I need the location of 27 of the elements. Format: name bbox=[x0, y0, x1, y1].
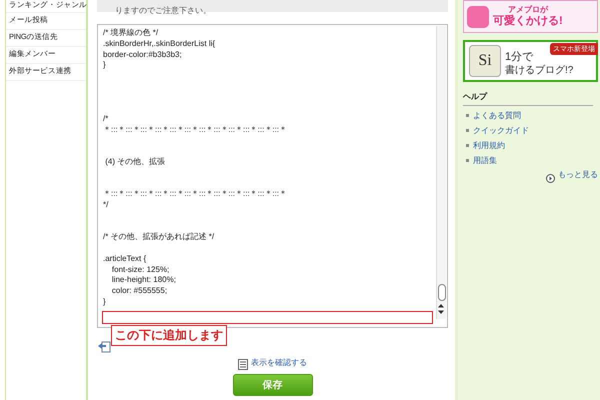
bullet-icon bbox=[466, 129, 469, 132]
bullet-icon bbox=[466, 114, 469, 117]
help-heading: ヘルプ bbox=[463, 91, 593, 106]
document-icon[interactable] bbox=[238, 357, 248, 368]
scroll-arrows-icon[interactable] bbox=[437, 302, 445, 316]
help-link[interactable]: クイックガイド bbox=[473, 125, 529, 136]
code-text: /* 境界線の色 */ .skinBorderHr,.skinBorderList li{ border-color:#b3b3b3; } /* ＊:::＊:::＊:::＊:::＊:::＊:::＊:::＊:::＊:::＊:::＊:::＊:::＊ (4) その他、拡張 ＊:::＊:::＊:::＊:::＊:::＊:::＊:::＊:::＊:::＊:::＊:::＊:::＊ */ /* その他、拡張があれば記述 */ .articleText { font-size: 125%; line-height: 180%; color: #555555; } bbox=[102, 27, 288, 308]
more-link[interactable]: もっと見る bbox=[558, 169, 598, 180]
bullet-icon bbox=[466, 159, 469, 162]
help-link[interactable]: 用語集 bbox=[473, 155, 497, 166]
banner-text: 書けるブログ!? bbox=[505, 64, 574, 77]
annotation-label: この下に追加します bbox=[111, 325, 227, 346]
banner-text: アメブロが bbox=[508, 5, 548, 14]
preview-link[interactable]: 表示を確認する bbox=[251, 357, 307, 368]
scrollbar[interactable] bbox=[436, 26, 446, 319]
notice-text: りますのでご注意下さい。 bbox=[115, 6, 211, 16]
arrow-document-icon[interactable] bbox=[97, 340, 111, 352]
scroll-thumb[interactable] bbox=[438, 284, 446, 301]
candy-icon bbox=[467, 6, 489, 28]
banner-text: 1分で bbox=[505, 51, 534, 64]
help-link[interactable]: 利用規約 bbox=[473, 140, 505, 151]
si-logo: Si bbox=[469, 45, 501, 77]
bullet-icon bbox=[466, 144, 469, 147]
help-link[interactable]: よくある質問 bbox=[473, 110, 521, 121]
banner-text: 可愛くかける! bbox=[493, 15, 563, 28]
ameblo-banner[interactable]: アメブロが 可愛くかける! bbox=[463, 0, 598, 33]
code-field[interactable] bbox=[97, 24, 448, 328]
